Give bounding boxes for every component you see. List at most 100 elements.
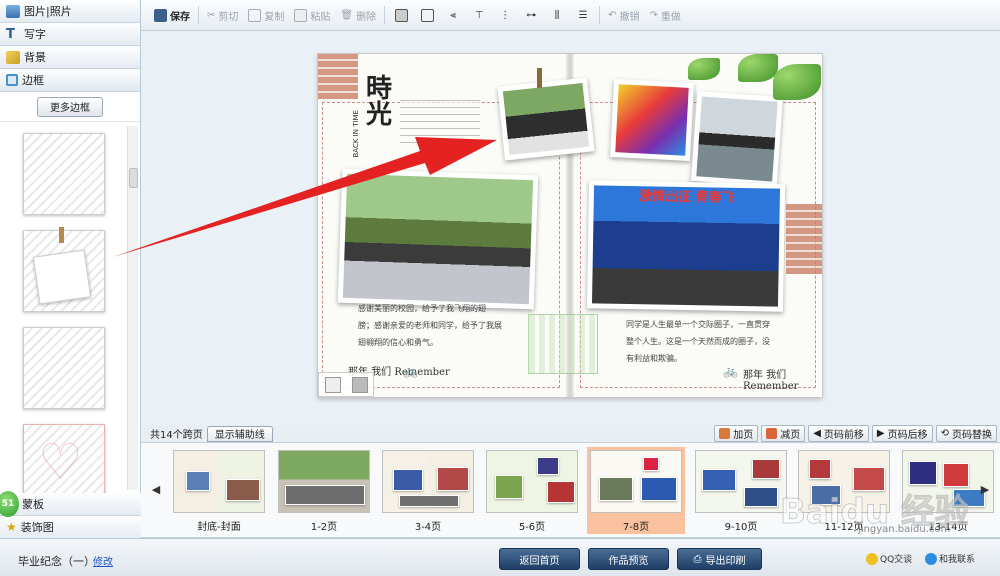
thumb-image <box>173 450 265 513</box>
align-left-button[interactable]: ⫷ <box>440 4 466 26</box>
remove-page-button[interactable]: 减页 <box>761 425 806 442</box>
photo-tool-icon[interactable] <box>351 376 368 393</box>
cut-label: 剪切 <box>218 11 239 23</box>
bicycle-icon: 🚲 <box>723 364 738 378</box>
thumb-label: 3-4页 <box>414 522 442 533</box>
tab-photos[interactable]: 图片|照片 <box>0 0 140 23</box>
star-icon: ★ <box>6 520 17 534</box>
align-top-button[interactable]: ⊤ <box>466 4 492 26</box>
photo-colorful-kids[interactable] <box>610 78 694 162</box>
copy-button[interactable]: 复制 <box>243 4 289 26</box>
brick-decoration <box>318 54 358 99</box>
thumb-label: 5-6页 <box>518 522 546 533</box>
frame-option-plain[interactable] <box>23 133 105 215</box>
tab-decoration[interactable]: ★ 装饰图 <box>0 516 141 539</box>
strip-left-arrow[interactable]: ◀ <box>149 479 163 499</box>
left-paragraph: 感谢美丽的校园，给予了我飞翔的翅 膀；感谢亲爱的老师和同学，给予了我展 翅翱翔的… <box>358 300 538 351</box>
photo-stage-performance[interactable]: 激情出征 青春飞 <box>586 180 786 312</box>
intro-text-block <box>400 96 480 144</box>
toolbar-divider <box>198 6 199 24</box>
sticker-tools <box>318 372 374 397</box>
remember-right: 那年 我们 Remember <box>743 370 799 392</box>
tab-frame[interactable]: 边框 <box>0 69 140 92</box>
frame-list-scrollbar[interactable] <box>127 126 138 490</box>
photo-image <box>342 173 534 305</box>
thumb-spread-1[interactable]: 1-2页 <box>275 447 373 534</box>
scrollbar-thumb[interactable] <box>129 168 138 188</box>
frame-icon <box>6 74 18 86</box>
brick-decoration <box>786 204 822 274</box>
album-title[interactable]: 時光 <box>366 76 396 128</box>
thumb-spread-3[interactable]: 5-6页 <box>483 447 581 534</box>
distribute-v-icon: ☰ <box>578 9 588 21</box>
photo-image <box>502 82 590 156</box>
frame-option-stripe[interactable] <box>23 327 105 409</box>
photo-clipped-girls[interactable] <box>497 77 595 161</box>
tab-background[interactable]: 背景 <box>0 46 140 69</box>
arrow-right-icon: ▶ <box>876 428 885 439</box>
thumb-image <box>486 450 578 513</box>
tab-text[interactable]: T 写字 <box>0 23 140 46</box>
preview-button[interactable]: 作品预览 <box>588 548 669 570</box>
back-home-label: 返回首页 <box>519 555 560 567</box>
bottom-tabs: 蒙板 ★ 装饰图 <box>0 493 141 539</box>
move-page-back-button[interactable]: ▶ 页码后移 <box>871 425 933 442</box>
tab-decoration-label: 装饰图 <box>20 521 54 534</box>
thumb-spread-4[interactable]: 7-8页 <box>587 447 685 534</box>
align-middle-icon: ⊶ <box>526 9 537 21</box>
align-middle-button[interactable]: ⊶ <box>518 4 544 26</box>
add-page-button[interactable]: 加页 <box>714 425 759 442</box>
distribute-h-icon: ⫼ <box>554 9 560 21</box>
photo-man-standing[interactable] <box>690 91 784 187</box>
tab-mask[interactable]: 蒙板 <box>0 493 141 516</box>
cut-button[interactable]: ✂ 剪切 <box>202 4 243 26</box>
thumb-spread-0[interactable]: 封底-封面 <box>170 447 268 534</box>
contact-link[interactable]: 和我联系 <box>925 552 975 565</box>
album-name: 毕业纪念（一） <box>18 555 95 568</box>
strip-right-arrow[interactable]: ▶ <box>978 479 992 499</box>
thumb-label: 1-2页 <box>310 522 338 533</box>
more-frames-row: 更多边框 <box>0 92 140 122</box>
move-page-front-button[interactable]: ◀ 页码前移 <box>808 425 869 442</box>
left-line-2: 膀；感谢亲爱的老师和同学，给予了我展 <box>358 321 502 330</box>
add-page-label: 加页 <box>733 430 754 441</box>
thumb-label: 9-10页 <box>724 522 758 533</box>
show-guides-button[interactable]: 显示辅助线 <box>206 425 273 442</box>
status-bar: 毕业纪念（一） 修改 返回首页 作品预览 ⎙ 导出印刷 QQ交谈 和我联系 <box>0 538 1000 576</box>
undo-button[interactable]: ↶ 撤销 <box>603 4 644 26</box>
watermark-url: jingyan.baidu.com <box>858 524 951 535</box>
delete-button[interactable]: 🗑 删除 <box>335 4 381 26</box>
leaf-decoration <box>773 64 821 100</box>
back-home-button[interactable]: 返回首页 <box>499 548 580 570</box>
right-paragraph: 同学是人生最单一个交际圈子，一直贯穿 整个人生。这是一个天然而成的圈子，没 有利… <box>626 316 816 367</box>
frame-option-clip[interactable] <box>23 227 105 312</box>
left-line-3: 翅翱翔的信心和勇气。 <box>358 338 438 347</box>
send-back-button[interactable] <box>414 4 440 26</box>
contact-label: 和我联系 <box>939 555 976 565</box>
qq-chat-link[interactable]: QQ交谈 <box>866 552 912 565</box>
paste-icon <box>294 8 308 22</box>
frame-option-heart[interactable]: ♡ <box>23 424 105 493</box>
redo-button[interactable]: ↷ 重做 <box>644 4 685 26</box>
thumb-spread-5[interactable]: 9-10页 <box>692 447 790 534</box>
photo-student-group[interactable] <box>337 168 539 310</box>
more-frames-button[interactable]: 更多边框 <box>37 96 103 117</box>
export-print-button[interactable]: ⎙ 导出印刷 <box>677 548 762 570</box>
toolbar-divider <box>384 6 386 24</box>
distribute-h-button[interactable]: ⫼ <box>544 4 570 26</box>
copy-icon <box>248 8 262 22</box>
paper-tool-icon[interactable] <box>324 376 341 393</box>
album-spread[interactable]: 時光 BACK IN TIME 感谢美丽的校园，给予了我飞翔的翅 膀；感谢亲爱的… <box>318 54 822 397</box>
save-button[interactable]: 保存 <box>149 4 195 26</box>
bring-front-button[interactable] <box>388 4 414 26</box>
align-center-button[interactable]: ⋮ <box>492 4 518 26</box>
swap-page-button[interactable]: ⟲ 页码替换 <box>935 425 997 442</box>
distribute-v-button[interactable]: ☰ <box>570 4 596 26</box>
printer-icon: ⎙ <box>693 553 702 565</box>
paste-button[interactable]: 粘贴 <box>289 4 335 26</box>
move-back-label: 页码后移 <box>887 430 928 441</box>
thumb-spread-2[interactable]: 3-4页 <box>379 447 477 534</box>
tab-mask-label: 蒙板 <box>22 498 44 511</box>
scissors-icon: ✂ <box>207 9 216 21</box>
modify-link[interactable]: 修改 <box>93 553 113 568</box>
